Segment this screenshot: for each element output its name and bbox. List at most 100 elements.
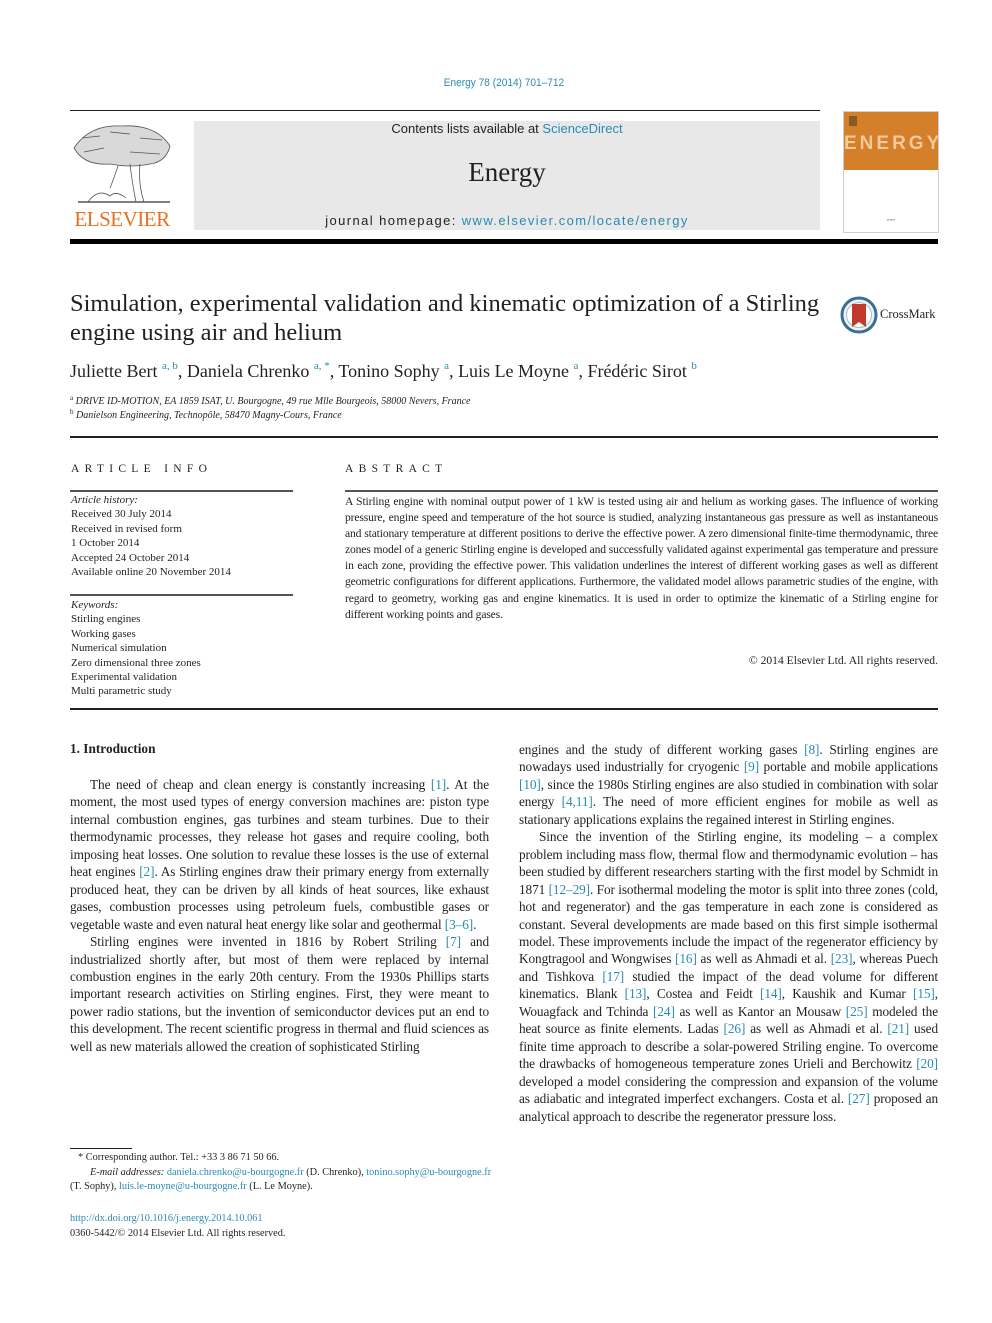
author-affiliation-mark[interactable]: a, * bbox=[314, 360, 330, 372]
history-entry: 1 October 2014 bbox=[71, 537, 140, 550]
doi-link[interactable]: http://dx.doi.org/10.1016/j.energy.2014.… bbox=[70, 1213, 263, 1224]
elsevier-wordmark: ELSEVIER bbox=[74, 207, 170, 231]
keyword-item: Working gases bbox=[71, 627, 136, 640]
running-head[interactable]: Energy 78 (2014) 701–712 bbox=[40, 77, 967, 89]
citation-link[interactable]: [21] bbox=[887, 1021, 909, 1036]
contents-line: Contents lists available at ScienceDirec… bbox=[194, 121, 820, 136]
abstract-heading: ABSTRACT bbox=[345, 463, 448, 475]
email-link[interactable]: luis.le-moyne@u-bourgogne.fr bbox=[119, 1181, 247, 1192]
homepage-line: journal homepage: www.elsevier.com/locat… bbox=[194, 213, 820, 228]
citation-link[interactable]: [17] bbox=[602, 969, 624, 984]
divider bbox=[70, 708, 938, 710]
article-title: Simulation, experimental validation and … bbox=[70, 290, 820, 346]
citation-link[interactable]: [16] bbox=[675, 951, 697, 966]
history-entry: Accepted 24 October 2014 bbox=[71, 551, 190, 564]
citation-link[interactable]: [27] bbox=[848, 1091, 870, 1106]
divider bbox=[70, 110, 820, 111]
section-heading: 1. Introduction bbox=[70, 741, 156, 756]
author[interactable]: Juliette Bert a, b bbox=[70, 360, 178, 382]
history-entry: Available online 20 November 2014 bbox=[71, 566, 231, 579]
history-entry: Received in revised form bbox=[71, 522, 182, 535]
author[interactable]: Tonino Sophy a bbox=[338, 360, 449, 382]
citation-link[interactable]: [26] bbox=[724, 1021, 746, 1036]
keywords-label: Keywords: bbox=[71, 599, 119, 611]
citation-link[interactable]: [24] bbox=[653, 1004, 675, 1019]
author-name: Luis Le Moyne bbox=[458, 361, 570, 381]
elsevier-logo[interactable]: ELSEVIER bbox=[70, 118, 174, 232]
author[interactable]: Luis Le Moyne a bbox=[458, 360, 579, 382]
citation-link[interactable]: [25] bbox=[846, 1004, 868, 1019]
journal-title: Energy bbox=[468, 157, 546, 187]
citation-link[interactable]: [4,11] bbox=[562, 794, 593, 809]
crossmark-button[interactable]: CrossMark bbox=[840, 295, 940, 335]
author[interactable]: Daniela Chrenko a, * bbox=[186, 360, 330, 382]
journal-cover[interactable]: ENERGY ▪▪▪▪▪▪ bbox=[843, 111, 939, 233]
citation-link[interactable]: [12–29] bbox=[549, 882, 591, 897]
citation-link[interactable]: [1] bbox=[431, 777, 446, 792]
abstract-text: A Stirling engine with nominal output po… bbox=[345, 495, 938, 621]
crossmark-icon bbox=[840, 296, 878, 334]
affiliation: a DRIVE ID-MOTION, EA 1859 ISAT, U. Bour… bbox=[70, 395, 930, 409]
author-name: Frédéric Sirot bbox=[587, 361, 687, 381]
sciencedirect-link[interactable]: ScienceDirect bbox=[542, 121, 622, 136]
email-owner: (L. Le Moyne). bbox=[246, 1181, 313, 1192]
footnote-divider bbox=[70, 1148, 132, 1149]
email-label: E-mail addresses: bbox=[90, 1166, 165, 1178]
paragraph: engines and the study of different worki… bbox=[519, 742, 939, 827]
paragraph: Since the invention of the Stirling engi… bbox=[519, 829, 939, 1124]
affiliation-text: DRIVE ID-MOTION, EA 1859 ISAT, U. Bourgo… bbox=[75, 396, 471, 407]
affiliation-mark: b bbox=[70, 408, 74, 416]
citation-link[interactable]: [10] bbox=[519, 777, 541, 792]
author-affiliation-mark[interactable]: b bbox=[691, 360, 697, 372]
keywords: Keywords: Stirling engines Working gases N… bbox=[71, 598, 296, 699]
paragraph: The need of cheap and clean energy is co… bbox=[70, 777, 489, 932]
keyword-item: Zero dimensional three zones bbox=[71, 656, 201, 669]
divider bbox=[70, 436, 938, 438]
issn-line: 0360-5442/© 2014 Elsevier Ltd. All right… bbox=[70, 1228, 286, 1239]
author-affiliation-mark[interactable]: a bbox=[444, 360, 449, 372]
doi-block: http://dx.doi.org/10.1016/j.energy.2014.… bbox=[70, 1211, 285, 1241]
citation-link[interactable]: [9] bbox=[744, 759, 759, 774]
footnotes: * Corresponding author. Tel.: +33 3 86 7… bbox=[70, 1151, 495, 1195]
cover-title: ENERGY bbox=[844, 133, 943, 154]
email-link[interactable]: tonino.sophy@u-bourgogne.fr bbox=[366, 1167, 491, 1178]
article-info-heading: ARTICLE INFO bbox=[71, 463, 213, 475]
history-list: Received 30 July 2014 Received in revised… bbox=[71, 507, 296, 579]
citation-link[interactable]: [15] bbox=[913, 986, 935, 1001]
keyword-item: Numerical simulation bbox=[71, 642, 167, 655]
body-column-right: engines and the study of different worki… bbox=[519, 741, 938, 1125]
author-affiliation-mark[interactable]: a, b bbox=[162, 360, 178, 372]
homepage-prefix: journal homepage: bbox=[325, 213, 462, 228]
contents-prefix: Contents lists available at bbox=[391, 121, 543, 136]
article-history: Article history: Received 30 July 2014 Re… bbox=[71, 493, 296, 579]
email-link[interactable]: daniela.chrenko@u-bourgogne.fr bbox=[167, 1167, 304, 1178]
cover-publisher-mark bbox=[849, 116, 857, 126]
divider bbox=[70, 594, 293, 596]
crossmark-label: CrossMark bbox=[880, 307, 936, 321]
journal-cover-icon: ENERGY bbox=[844, 112, 943, 170]
author-affiliation-mark[interactable]: a bbox=[574, 360, 579, 372]
history-label: Article history: bbox=[71, 494, 138, 506]
citation-link[interactable]: [13] bbox=[625, 986, 647, 1001]
email-note: E-mail addresses: daniela.chrenko@u-bour… bbox=[70, 1166, 495, 1195]
author[interactable]: Frédéric Sirot b bbox=[587, 360, 697, 382]
citation-link[interactable]: [14] bbox=[760, 986, 782, 1001]
citation-link[interactable]: [23] bbox=[831, 951, 853, 966]
keyword-item: Experimental validation bbox=[71, 671, 177, 684]
keyword-item: Stirling engines bbox=[71, 613, 141, 626]
masthead: Contents lists available at ScienceDirec… bbox=[194, 121, 820, 230]
citation-link[interactable]: [8] bbox=[804, 742, 819, 757]
homepage-link[interactable]: www.elsevier.com/locate/energy bbox=[462, 213, 689, 228]
citation-link[interactable]: [20] bbox=[916, 1056, 938, 1071]
divider bbox=[345, 490, 938, 492]
history-entry: Received 30 July 2014 bbox=[71, 508, 172, 521]
author-list: Juliette Bert a, b, Daniela Chrenko a, *… bbox=[70, 360, 697, 382]
author-name: Juliette Bert bbox=[70, 361, 158, 381]
citation-link[interactable]: [2] bbox=[139, 864, 154, 879]
citation-link[interactable]: [3–6] bbox=[445, 917, 473, 932]
citation-link[interactable]: [7] bbox=[446, 934, 461, 949]
author-name: Tonino Sophy bbox=[338, 361, 440, 381]
affiliation-text: Danielson Engineering, Technopôle, 58470… bbox=[76, 410, 342, 421]
affiliation-mark: a bbox=[70, 394, 74, 402]
author-name: Daniela Chrenko bbox=[186, 361, 310, 381]
